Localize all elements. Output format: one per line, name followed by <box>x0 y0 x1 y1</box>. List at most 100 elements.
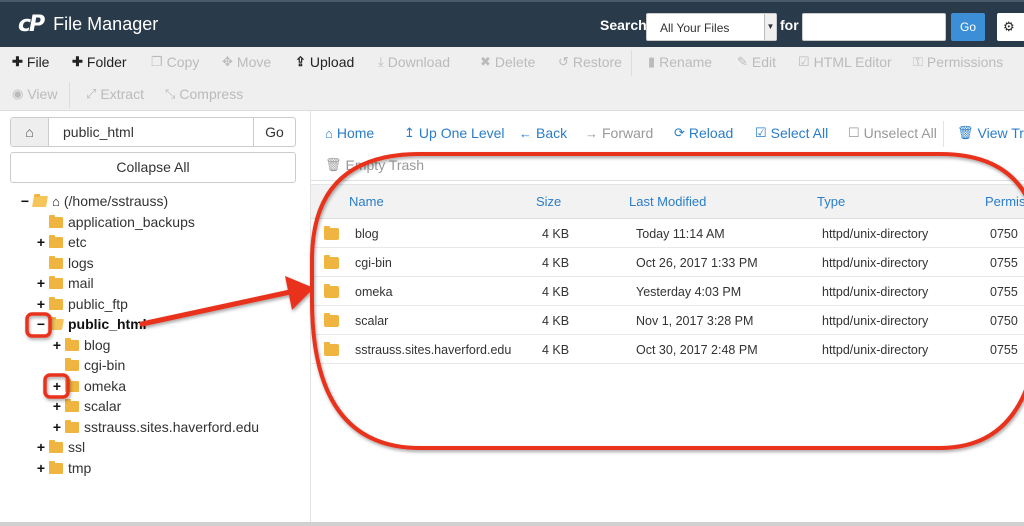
extract-button[interactable]: ⤢ Extract <box>86 86 144 102</box>
cell-type: httpd/unix-directory <box>822 314 929 328</box>
logo: cP File Manager <box>18 12 158 37</box>
cell-permissions: 0755 <box>990 256 1018 270</box>
plus-icon: ✚ <box>72 54 83 69</box>
forward-button[interactable]: → Forward <box>585 125 653 141</box>
unselect-all-button[interactable]: ☐ Unselect All <box>848 125 937 141</box>
cell-name: scalar <box>355 314 389 328</box>
cell-size: 4 KB <box>542 314 570 328</box>
copy-button[interactable]: ❐ Copy <box>151 54 199 70</box>
refresh-icon: ⟳ <box>674 125 685 140</box>
path-home-button[interactable]: ⌂ <box>11 118 49 146</box>
upload-button[interactable]: ⇪ Upload <box>295 54 354 70</box>
reload-button[interactable]: ⟳ Reload <box>674 125 733 141</box>
table-row[interactable]: scalar 4 KB Nov 1, 2017 3:28 PM httpd/unix-… <box>311 306 1024 335</box>
tree-item[interactable]: + omeka <box>52 376 126 396</box>
restore-button[interactable]: ↺ Restore <box>558 54 622 70</box>
tree-item[interactable]: + sstrauss.sites.haverford.edu <box>52 417 259 437</box>
column-header-last-modified[interactable]: Last Modified <box>629 194 706 209</box>
tree-item-label: application_backups <box>68 214 195 230</box>
expand-toggle-icon[interactable]: + <box>36 460 46 476</box>
toolbar-divider <box>69 82 70 108</box>
trash-icon: 🗑 <box>957 125 974 140</box>
move-button[interactable]: ✥ Move <box>222 54 271 70</box>
select-all-button[interactable]: ☑ Select All <box>755 125 828 141</box>
empty-trash-button[interactable]: 🗑 Empty Trash <box>325 157 424 173</box>
rename-button[interactable]: ▮ Rename <box>648 54 712 70</box>
path-input[interactable]: public_html <box>49 118 253 146</box>
expand-toggle-icon[interactable]: + <box>52 337 62 353</box>
dropdown-caret-icon: ▼ <box>764 14 776 40</box>
folder-icon <box>65 337 79 351</box>
compress-icon: ⤡ <box>165 86 176 101</box>
cell-size: 4 KB <box>542 343 570 357</box>
pencil-icon: ✎ <box>737 54 748 69</box>
folder-icon <box>49 439 63 453</box>
search-input[interactable] <box>802 13 946 41</box>
compress-button[interactable]: ⤡ Compress <box>165 86 243 102</box>
expand-toggle-icon[interactable]: + <box>52 378 62 394</box>
tree-item-label: cgi-bin <box>84 357 126 373</box>
collapse-toggle-icon[interactable]: − <box>20 193 30 209</box>
tree-item[interactable]: − ⌂ (/home/sstrauss) <box>20 191 168 211</box>
back-button[interactable]: ← Back <box>519 125 567 141</box>
key-icon: ⚿ <box>913 54 923 69</box>
path-box: ⌂ public_html Go <box>10 117 296 147</box>
expand-toggle-icon[interactable]: + <box>36 439 46 455</box>
expand-toggle-icon[interactable]: + <box>52 419 62 435</box>
edit-button[interactable]: ✎ Edit <box>737 54 776 70</box>
column-header-size[interactable]: Size <box>536 194 561 209</box>
folder-open-icon <box>48 318 64 330</box>
cell-type: httpd/unix-directory <box>822 227 929 241</box>
expand-toggle-icon[interactable]: + <box>36 234 46 250</box>
tree-item-label: sstrauss.sites.haverford.edu <box>84 419 260 435</box>
settings-button[interactable]: ⚙ <box>997 13 1024 41</box>
tree-item[interactable]: + mail <box>36 273 94 293</box>
checkbox-checked-icon: ☑ <box>755 125 767 140</box>
table-row[interactable]: omeka 4 KB Yesterday 4:03 PM httpd/unix-dir… <box>311 277 1024 306</box>
view-trash-button[interactable]: 🗑View Trash <box>957 125 1024 141</box>
expand-toggle-icon[interactable]: + <box>52 398 62 414</box>
column-header-name[interactable]: Name <box>349 194 384 209</box>
expand-toggle-icon[interactable]: + <box>36 275 46 291</box>
tree-item[interactable]: application_backups <box>36 212 195 232</box>
new-file-button[interactable]: ✚ File <box>12 54 49 70</box>
home-icon: ⌂ <box>52 193 60 209</box>
tree-item[interactable]: + public_ftp <box>36 294 128 314</box>
column-header-type[interactable]: Type <box>817 194 845 209</box>
tree-item[interactable]: + scalar <box>52 396 121 416</box>
tree-item[interactable]: + etc <box>36 232 87 252</box>
tree-item[interactable]: cgi-bin <box>52 355 125 375</box>
search-scope-select[interactable]: All Your Files ▼ <box>646 13 777 41</box>
view-button[interactable]: ◉ View <box>12 86 57 102</box>
nav-home-button[interactable]: ⌂ Home <box>325 125 374 141</box>
table-row[interactable]: blog 4 KB Today 11:14 AM httpd/unix-directo… <box>311 219 1024 248</box>
tree-item-label: omeka <box>84 378 127 394</box>
collapse-all-button[interactable]: Collapse All <box>10 152 296 183</box>
search-scope-value: All Your Files <box>660 21 730 35</box>
expand-toggle-icon[interactable]: + <box>36 296 46 312</box>
nav-divider <box>943 121 944 147</box>
tree-item[interactable]: + blog <box>52 335 111 355</box>
download-icon: ⤓ <box>378 54 384 69</box>
html-editor-button[interactable]: ☑ HTML Editor <box>798 54 892 70</box>
new-folder-button[interactable]: ✚ Folder <box>72 54 127 70</box>
tree-item[interactable]: − public_html <box>36 314 147 334</box>
tree-item[interactable]: logs <box>36 253 94 273</box>
column-header-permissions[interactable]: Permissions <box>985 194 1024 209</box>
table-header: Name Size Last Modified Type Permissions <box>311 184 1024 219</box>
tree-item[interactable]: + tmp <box>36 458 91 478</box>
search-go-button[interactable]: Go <box>951 13 985 41</box>
cell-name: omeka <box>355 285 393 299</box>
collapse-toggle-icon[interactable]: − <box>36 316 46 332</box>
download-button[interactable]: ⤓ Download <box>378 54 450 70</box>
app-title: File Manager <box>53 14 159 34</box>
table-row[interactable]: cgi-bin 4 KB Oct 26, 2017 1:33 PM httpd/uni… <box>311 248 1024 277</box>
permissions-button[interactable]: ⚿ Permissions <box>913 54 1003 70</box>
table-row[interactable]: sstrauss.sites.haverford.edu 4 KB Oct 30, … <box>311 335 1024 364</box>
up-one-level-button[interactable]: ↥ Up One Level <box>404 125 505 141</box>
tree-item[interactable]: + ssl <box>36 437 85 457</box>
cpanel-logo-icon: cP <box>18 12 45 37</box>
delete-button[interactable]: ✖ Delete <box>480 54 535 70</box>
path-go-button[interactable]: Go <box>253 118 295 146</box>
for-label: for <box>780 17 799 33</box>
